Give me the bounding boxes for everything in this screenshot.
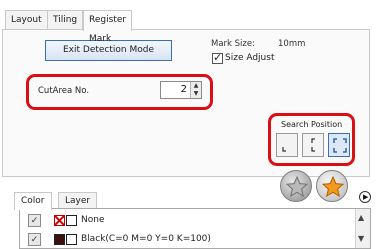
star-grey-icon (285, 175, 309, 198)
star-grey-button[interactable] (280, 170, 312, 202)
cutarea-label: CutArea No. (38, 86, 90, 96)
tab-color[interactable]: Color (14, 192, 52, 210)
four-corners-icon (333, 138, 347, 153)
scroll-down-icon[interactable]: ▼ (358, 234, 364, 243)
tab-layout[interactable]: Layout (5, 10, 48, 30)
spin-down-icon[interactable]: ▼ (191, 90, 201, 98)
list-item[interactable]: ✓ None (20, 212, 355, 229)
color-list: ✓ None ✓ Black(C=0 M=0 Y=0 K=100) ▲ ▼ (19, 208, 371, 249)
star-orange-icon (321, 175, 345, 198)
cross-icon (55, 216, 64, 225)
color-name: None (81, 215, 105, 225)
size-adjust-label: Size Adjust (225, 53, 275, 63)
color-name: Black(C=0 M=0 Y=0 K=100) (81, 234, 211, 244)
tab-layer[interactable]: Layer (58, 192, 98, 209)
cutarea-value[interactable]: 2 (181, 84, 187, 95)
size-adjust-box[interactable]: ✓ (212, 51, 223, 64)
more-arrow-icon: ▶ (363, 193, 369, 201)
checkmark-icon: ✓ (213, 51, 223, 64)
mark-size-value: 10mm (278, 39, 306, 49)
list-scrollbar[interactable]: ▲ ▼ (355, 209, 370, 248)
stepper-buttons: ▲ ▼ (190, 82, 201, 98)
row-checkbox[interactable]: ✓ (28, 214, 41, 227)
list-item[interactable]: ✓ Black(C=0 M=0 Y=0 K=100) (20, 231, 355, 248)
two-left-corners-icon (311, 138, 315, 152)
mark-size-label: Mark Size: (211, 39, 255, 49)
search-position-label: Search Position (281, 120, 343, 129)
more-arrow-button[interactable]: ▶ (359, 191, 371, 203)
row-checkbox[interactable]: ✓ (28, 233, 41, 246)
scroll-up-icon[interactable]: ▲ (358, 213, 364, 222)
tab-register-mark[interactable]: Register Mark (83, 10, 133, 44)
search-position-two-corners-button[interactable] (302, 133, 324, 157)
swatch-none-icon (54, 215, 65, 226)
cutarea-stepper[interactable]: 2 ▲ ▼ (160, 81, 202, 99)
tab-tiling[interactable]: Tiling (47, 10, 84, 30)
spin-up-icon[interactable]: ▲ (191, 82, 201, 90)
swatch-outline (66, 215, 77, 226)
star-orange-button[interactable] (316, 170, 348, 202)
swatch-outline (66, 234, 77, 245)
search-position-four-corners-button[interactable] (328, 133, 350, 157)
search-position-bottom-left-button[interactable] (276, 133, 298, 157)
swatch-black-icon (54, 234, 65, 245)
bottom-left-corner-icon (282, 147, 286, 152)
